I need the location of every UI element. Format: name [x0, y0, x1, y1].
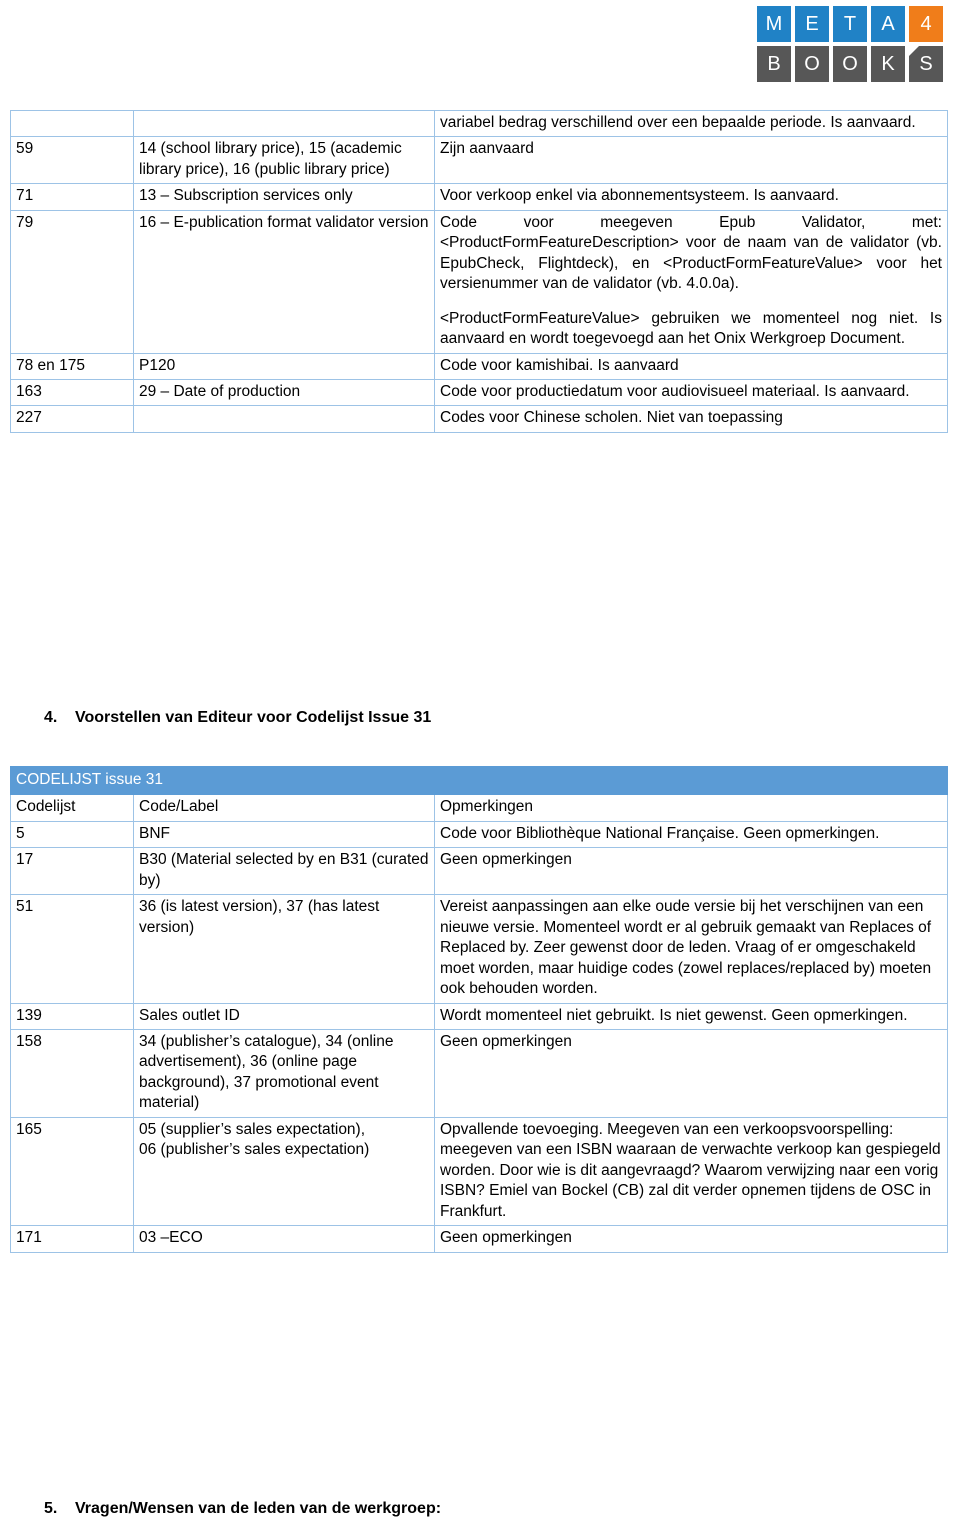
table-row: 158 34 (publisher’s catalogue), 34 (onli… [10, 1028, 948, 1118]
opmerkingen-paragraph-1: Code voor meegeven Epub Validator, met: … [440, 213, 942, 293]
logo-letter-s: S [909, 46, 943, 82]
logo-letter-4: 4 [909, 6, 943, 42]
codelijst-issue-table-continued: variabel bedrag verschillend over een be… [10, 109, 948, 433]
code-label-line-1: 05 (supplier’s sales expectation), [139, 1120, 366, 1138]
cell-opmerkingen: Code voor meegeven Epub Validator, met: … [434, 209, 948, 354]
table-header-row: Codelijst Code/Label Opmerkingen [10, 794, 948, 822]
cell-codelijst: 158 [10, 1028, 134, 1118]
cell-codelijst: 79 [10, 209, 134, 354]
cell-codelijst: 227 [10, 405, 134, 433]
cell-opmerkingen: Code voor kamishibai. Is aanvaard [434, 352, 948, 380]
cell-opmerkingen: Codes voor Chinese scholen. Niet van toe… [434, 405, 948, 433]
cell-code-label: BNF [133, 820, 435, 849]
cell-opmerkingen: variabel bedrag verschillend over een be… [434, 109, 948, 138]
section-title: Voorstellen van Editeur voor Codelijst I… [75, 709, 432, 726]
cell-opmerkingen: Zijn aanvaard [434, 136, 948, 185]
cell-codelijst: 78 en 175 [10, 352, 134, 380]
table-row: 5 BNF Code voor Bibliothèque National Fr… [10, 820, 948, 849]
cell-codelijst: 165 [10, 1116, 134, 1227]
cell-codelijst: 163 [10, 378, 134, 407]
cell-opmerkingen: Voor verkoop enkel via abonnementsysteem… [434, 183, 948, 211]
logo-letter-o1: O [795, 46, 829, 82]
cell-code-label: B30 (Material selected by en B31 (curate… [133, 847, 435, 896]
table-row: 165 05 (supplier’s sales expectation), 0… [10, 1116, 948, 1227]
table-banner-title: CODELIJST issue 31 [10, 765, 948, 796]
cell-code-label [133, 405, 435, 433]
cell-codelijst: 71 [10, 183, 134, 211]
table-row: 78 en 175 P120 Code voor kamishibai. Is … [10, 352, 948, 380]
table-row: 171 03 –ECO Geen opmerkingen [10, 1225, 948, 1253]
logo-letter-e: E [795, 6, 829, 42]
code-label-line-2: 06 (publisher’s sales expectation) [139, 1141, 370, 1159]
section-heading-4: 4. Voorstellen van Editeur voor Codelijst… [44, 709, 431, 727]
logo-top-row: M E T A 4 [757, 6, 947, 42]
cell-code-label: 05 (supplier’s sales expectation), 06 (p… [133, 1116, 435, 1227]
cell-code-label: 13 – Subscription services only [133, 183, 435, 211]
header-opmerkingen: Opmerkingen [434, 794, 948, 822]
cell-codelijst: 59 [10, 136, 134, 185]
cell-codelijst: 5 [10, 820, 134, 849]
logo-letter-t: T [833, 6, 867, 42]
cell-code-label: P120 [133, 352, 435, 380]
codelijst-issue-31-table: CODELIJST issue 31 Codelijst Code/Label … [10, 765, 948, 1253]
table-row: 139 Sales outlet ID Wordt momenteel niet… [10, 1002, 948, 1030]
header-code-label: Code/Label [133, 794, 435, 822]
logo-letter-o2: O [833, 46, 867, 82]
cell-code-label: 36 (is latest version), 37 (has latest v… [133, 894, 435, 1004]
cell-codelijst: 51 [10, 894, 134, 1004]
cell-opmerkingen: Wordt momenteel niet gebruikt. Is niet g… [434, 1002, 948, 1030]
cell-code-label: 14 (school library price), 15 (academic … [133, 136, 435, 185]
table-row: 59 14 (school library price), 15 (academ… [10, 136, 948, 185]
section-title: Vragen/Wensen van de leden van de werkgr… [75, 1500, 442, 1517]
section-heading-5: 5. Vragen/Wensen van de leden van de werk… [44, 1500, 441, 1518]
table-banner-row: CODELIJST issue 31 [10, 765, 948, 796]
cell-code-label: 16 – E-publication format validator vers… [133, 209, 435, 354]
section-number: 4. [44, 709, 58, 726]
cell-codelijst [10, 109, 134, 138]
table-row: 51 36 (is latest version), 37 (has lates… [10, 894, 948, 1004]
cell-code-label: 29 – Date of production [133, 378, 435, 407]
meta4books-logo: M E T A 4 B O O K S [757, 6, 947, 84]
opmerkingen-paragraph-2: <ProductFormFeatureValue> gebruiken we m… [440, 309, 942, 348]
table-row: 163 29 – Date of production Code voor pr… [10, 378, 948, 407]
cell-code-label: 03 –ECO [133, 1225, 435, 1253]
logo-letter-m: M [757, 6, 791, 42]
cell-opmerkingen: Geen opmerkingen [434, 1028, 948, 1118]
logo-letter-b: B [757, 46, 791, 82]
cell-codelijst: 171 [10, 1225, 134, 1253]
table-row: variabel bedrag verschillend over een be… [10, 109, 948, 138]
table-row: 79 16 – E-publication format validator v… [10, 209, 948, 354]
logo-letter-a: A [871, 6, 905, 42]
table-row: 227 Codes voor Chinese scholen. Niet van… [10, 405, 948, 433]
cell-opmerkingen: Geen opmerkingen [434, 1225, 948, 1253]
logo-letter-k: K [871, 46, 905, 82]
header-codelijst: Codelijst [10, 794, 134, 822]
logo-bottom-row: B O O K S [757, 46, 947, 82]
section-number: 5. [44, 1500, 58, 1517]
table-row: 17 B30 (Material selected by en B31 (cur… [10, 847, 948, 896]
cell-codelijst: 139 [10, 1002, 134, 1030]
table-row: 71 13 – Subscription services only Voor … [10, 183, 948, 211]
cell-opmerkingen: Code voor Bibliothèque National Français… [434, 820, 948, 849]
cell-codelijst: 17 [10, 847, 134, 896]
cell-opmerkingen: Opvallende toevoeging. Meegeven van een … [434, 1116, 948, 1227]
cell-code-label [133, 109, 435, 138]
cell-code-label: 34 (publisher’s catalogue), 34 (online a… [133, 1028, 435, 1118]
cell-opmerkingen: Vereist aanpassingen aan elke oude versi… [434, 894, 948, 1004]
cell-opmerkingen: Code voor productiedatum voor audiovisue… [434, 378, 948, 407]
cell-code-label: Sales outlet ID [133, 1002, 435, 1030]
cell-opmerkingen: Geen opmerkingen [434, 847, 948, 896]
